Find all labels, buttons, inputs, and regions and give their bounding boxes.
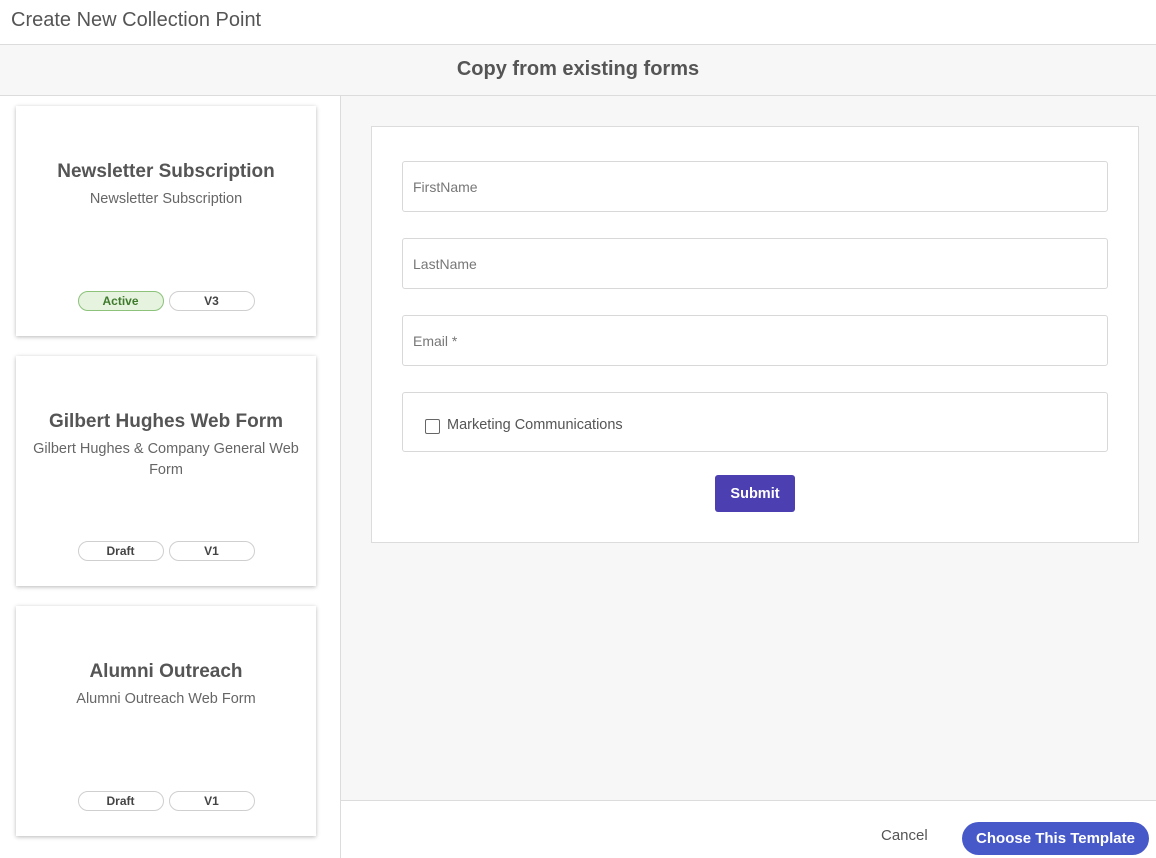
status-badge: Draft (77, 791, 164, 811)
template-card-description: Alumni Outreach Web Form (76, 691, 256, 707)
page-title: Create New Collection Point (11, 9, 262, 31)
template-card-description: Gilbert Hughes & Company General Web For… (33, 441, 299, 478)
choose-template-button[interactable]: Choose This Template (962, 822, 1149, 855)
first-name-field (402, 161, 1108, 212)
version-badge: V1 (168, 541, 255, 561)
email-field (402, 315, 1108, 366)
template-card-badges: Draft V1 (16, 791, 316, 811)
cancel-button[interactable]: Cancel (881, 827, 928, 844)
last-name-field (402, 238, 1108, 289)
template-list: Newsletter Subscription Newsletter Subsc… (0, 96, 341, 858)
form-preview-area: Marketing Communications Submit (341, 96, 1156, 801)
template-card-title: Alumni Outreach (89, 661, 243, 682)
template-card-badges: Draft V1 (16, 541, 316, 561)
version-badge: V3 (168, 291, 255, 311)
marketing-checkbox-label: Marketing Communications (447, 417, 623, 433)
footer-actions: Cancel Choose This Template (341, 800, 1156, 858)
section-title: Copy from existing forms (456, 58, 700, 80)
template-card-title: Gilbert Hughes Web Form (48, 411, 283, 432)
section-bar: Copy from existing forms (0, 45, 1156, 96)
email-input[interactable] (403, 316, 1107, 365)
template-card-newsletter[interactable]: Newsletter Subscription Newsletter Subsc… (16, 106, 316, 336)
template-card-description: Newsletter Subscription (89, 191, 243, 207)
last-name-input[interactable] (403, 239, 1107, 288)
form-preview: Marketing Communications Submit (371, 126, 1139, 543)
status-badge: Active (77, 291, 164, 311)
template-card-gilbert-hughes[interactable]: Gilbert Hughes Web Form Gilbert Hughes &… (16, 356, 316, 586)
version-badge: V1 (168, 791, 255, 811)
submit-button[interactable]: Submit (715, 475, 795, 512)
marketing-checkbox-row: Marketing Communications (402, 392, 1108, 452)
marketing-checkbox[interactable] (425, 419, 440, 434)
page-header: Create New Collection Point (0, 0, 1156, 45)
template-card-title: Newsletter Subscription (57, 161, 275, 182)
template-card-alumni-outreach[interactable]: Alumni Outreach Alumni Outreach Web Form… (16, 606, 316, 836)
status-badge: Draft (77, 541, 164, 561)
first-name-input[interactable] (403, 162, 1107, 211)
template-card-badges: Active V3 (16, 291, 316, 311)
